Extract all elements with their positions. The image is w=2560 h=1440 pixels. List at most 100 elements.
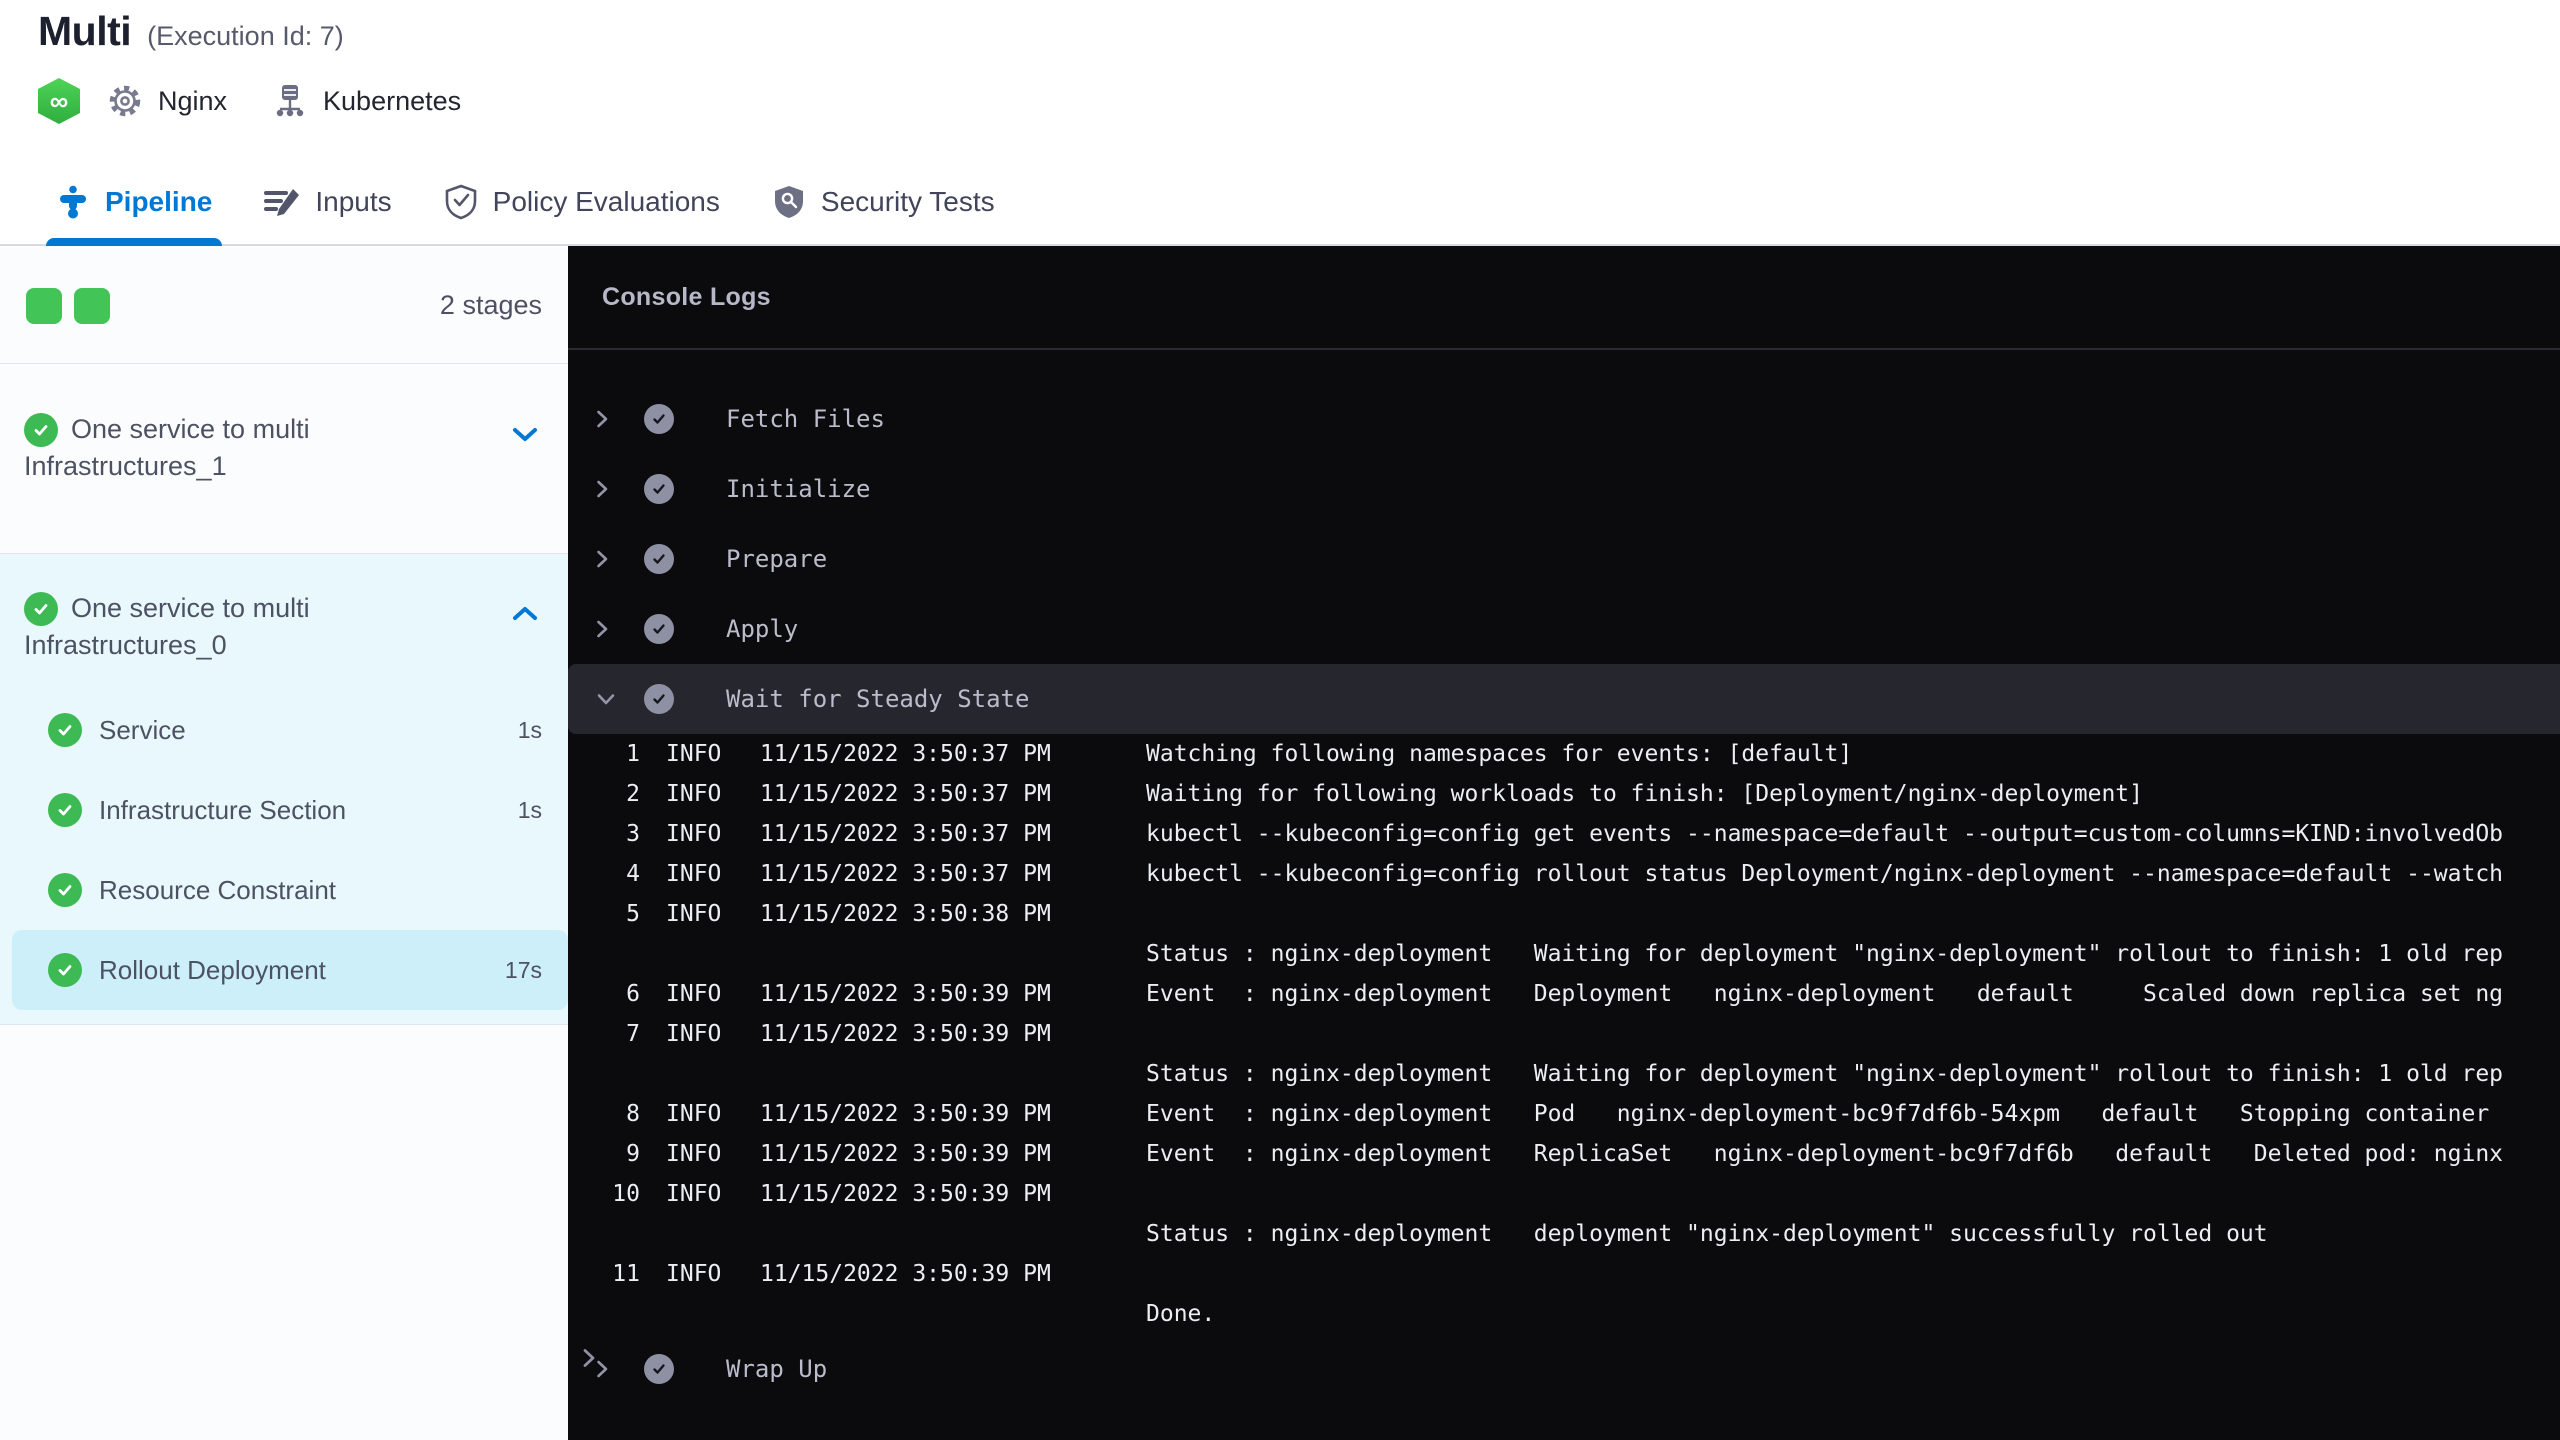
log-row: 11 INFO 11/15/2022 3:50:39 PM <box>568 1254 2560 1294</box>
stage-name: One service to multi Infrastructures_0 <box>24 593 310 660</box>
success-check-icon <box>644 404 674 434</box>
tab-inputs-label: Inputs <box>315 186 392 217</box>
log-level <box>666 1214 724 1254</box>
log-time: 11/15/2022 3:50:37 PM <box>760 741 1051 767</box>
service-name[interactable]: Nginx <box>158 86 227 117</box>
tab-security-tests-label: Security Tests <box>820 186 995 217</box>
stage-status-square-1[interactable] <box>26 287 62 324</box>
step-duration: 17s <box>504 956 542 983</box>
log-row: 3 INFO 11/15/2022 3:50:37 PM kubectl --kube… <box>568 814 2560 854</box>
log-row: Status : nginx-deployment Waiting for de… <box>568 1054 2560 1094</box>
success-check-icon <box>48 873 82 907</box>
log-num <box>568 934 640 974</box>
log-row: 4 INFO 11/15/2022 3:50:37 PM kubectl --kube… <box>568 854 2560 894</box>
chevron-up-icon[interactable] <box>512 606 538 626</box>
log-row: 10 INFO 11/15/2022 3:50:39 PM <box>568 1174 2560 1214</box>
log-msg: Done. <box>1146 1301 1216 1327</box>
gear-icon <box>106 82 144 120</box>
expand-logs-chevron[interactable] <box>582 1347 596 1374</box>
log-num: 11 <box>612 1261 640 1287</box>
stage-name: One service to multi Infrastructures_1 <box>24 414 310 481</box>
section-initialize[interactable]: Initialize <box>568 454 2560 524</box>
log-level: INFO <box>666 821 722 847</box>
section-prepare[interactable]: Prepare <box>568 524 2560 594</box>
log-time: 11/15/2022 3:50:38 PM <box>760 901 1051 927</box>
stage-infrastructures-0[interactable]: One service to multi Infrastructures_0 S… <box>0 554 568 1025</box>
chevron-down-icon[interactable] <box>512 427 538 447</box>
chevron-down-icon[interactable] <box>596 693 616 706</box>
chevron-right-icon[interactable] <box>596 549 616 569</box>
log-row: 9 INFO 11/15/2022 3:50:39 PM Event : nginx-… <box>568 1134 2560 1174</box>
success-check-icon <box>24 413 58 447</box>
log-num: 3 <box>626 821 640 847</box>
log-time: 11/15/2022 3:50:39 PM <box>760 1181 1051 1207</box>
step-label: Resource Constraint <box>99 874 336 905</box>
success-check-icon <box>48 793 82 827</box>
log-time: 11/15/2022 3:50:37 PM <box>760 781 1051 807</box>
log-time <box>760 1214 1060 1254</box>
section-apply[interactable]: Apply <box>568 594 2560 664</box>
stage-infrastructures-1[interactable]: One service to multi Infrastructures_1 <box>0 364 568 554</box>
section-label: Initialize <box>726 475 871 503</box>
log-msg: Event : nginx-deployment Pod nginx-deplo… <box>1146 1101 2504 1127</box>
log-row: 5 INFO 11/15/2022 3:50:38 PM <box>568 894 2560 934</box>
step-infrastructure-section[interactable]: Infrastructure Section 1s <box>0 770 568 850</box>
tab-policy-evaluations[interactable]: Policy Evaluations <box>444 160 720 244</box>
tab-pipeline-label: Pipeline <box>105 186 213 217</box>
log-lines: 1 INFO 11/15/2022 3:50:37 PM Watching follo… <box>568 734 2560 1334</box>
console-sections: Fetch Files Initialize Prepare Apply Wai… <box>568 384 2560 1404</box>
success-check-icon <box>644 544 674 574</box>
console-header: Console Logs <box>568 246 2560 350</box>
page-title: Multi <box>38 8 132 54</box>
execution-sidebar: 2 stages One service to multi Infrastruc… <box>0 248 568 1440</box>
stage-count-label: 2 stages <box>439 290 542 320</box>
tab-security-tests[interactable]: Security Tests <box>772 160 995 244</box>
tab-inputs[interactable]: Inputs <box>264 160 392 244</box>
log-row: 8 INFO 11/15/2022 3:50:39 PM Event : nginx-… <box>568 1094 2560 1134</box>
chevron-right-icon[interactable] <box>596 409 616 429</box>
log-time <box>760 1054 1060 1094</box>
log-msg: Event : nginx-deployment Deployment ngin… <box>1146 981 2504 1007</box>
step-service[interactable]: Service 1s <box>0 690 568 770</box>
step-resource-constraint[interactable]: Resource Constraint <box>0 850 568 930</box>
chevron-right-icon[interactable] <box>596 1359 616 1379</box>
tab-bar: Pipeline Inputs Policy Evaluations Secur… <box>0 160 2560 246</box>
pipeline-icon <box>56 185 90 219</box>
tab-pipeline[interactable]: Pipeline <box>45 160 223 246</box>
section-label: Wrap Up <box>726 1355 828 1383</box>
log-row: Done. <box>568 1294 2560 1334</box>
log-level: INFO <box>666 1261 722 1287</box>
log-row: Status : nginx-deployment Waiting for de… <box>568 934 2560 974</box>
log-num: 10 <box>612 1181 640 1207</box>
step-label: Service <box>99 714 186 745</box>
inputs-icon <box>264 185 300 219</box>
chevron-right-icon[interactable] <box>596 619 616 639</box>
shield-check-icon <box>444 184 478 220</box>
log-level: INFO <box>666 741 722 767</box>
step-duration: 1s <box>517 716 542 743</box>
log-num <box>568 1294 640 1334</box>
environment-name[interactable]: Kubernetes <box>323 86 461 117</box>
step-rollout-deployment[interactable]: Rollout Deployment 17s <box>12 930 568 1010</box>
stage-status-square-2[interactable] <box>74 287 110 324</box>
log-level: INFO <box>666 861 722 887</box>
execution-id: (Execution Id: 7) <box>147 21 344 51</box>
section-wrap-up[interactable]: Wrap Up <box>568 1334 2560 1404</box>
step-label: Rollout Deployment <box>99 954 326 985</box>
log-msg: Watching following namespaces for events… <box>1146 741 1853 767</box>
log-time: 11/15/2022 3:50:39 PM <box>760 1261 1051 1287</box>
success-check-icon <box>48 953 82 987</box>
section-wait-for-steady-state[interactable]: Wait for Steady State <box>568 664 2560 734</box>
tab-policy-evaluations-label: Policy Evaluations <box>492 186 720 217</box>
log-msg: Status : nginx-deployment deployment "ng… <box>1146 1221 2268 1247</box>
log-level: INFO <box>666 1181 722 1207</box>
chevron-right-icon[interactable] <box>596 479 616 499</box>
log-msg: Waiting for following workloads to finis… <box>1146 781 2143 807</box>
log-level: INFO <box>666 781 722 807</box>
section-fetch-files[interactable]: Fetch Files <box>568 384 2560 454</box>
log-msg: Status : nginx-deployment Waiting for de… <box>1146 941 2504 967</box>
log-num: 8 <box>626 1101 640 1127</box>
log-level <box>666 1294 724 1334</box>
log-num: 2 <box>626 781 640 807</box>
success-check-icon <box>644 684 674 714</box>
